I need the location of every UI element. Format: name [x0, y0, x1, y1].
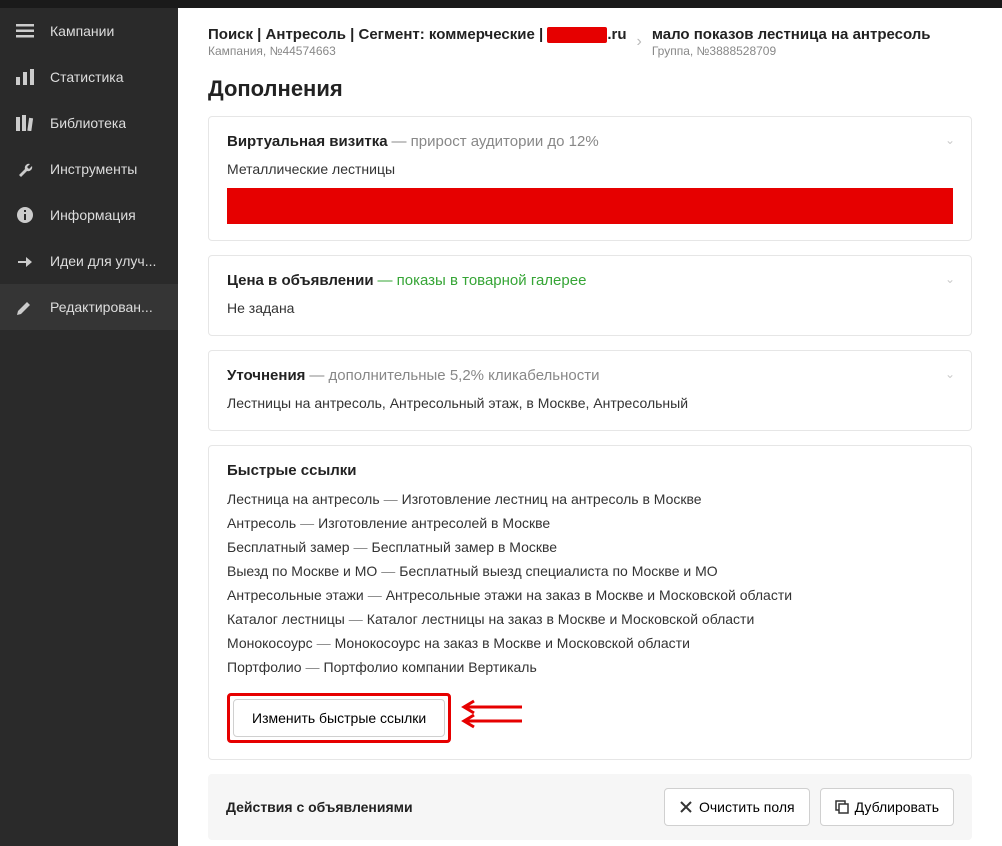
sitelink-row: Лестница на антресоль—Изготовление лестн…: [227, 487, 953, 511]
sidebar-item-info[interactable]: Информация: [0, 192, 178, 238]
stats-icon: [14, 66, 36, 88]
menu-icon: [14, 20, 36, 42]
breadcrumb: Поиск | Антресоль | Сегмент: коммерчески…: [178, 8, 1002, 60]
card-price-body: Не задана: [227, 297, 953, 319]
sidebar-item-library[interactable]: Библиотека: [0, 100, 178, 146]
card-sitelinks[interactable]: Быстрые ссылки Лестница на антресоль—Изг…: [208, 445, 972, 760]
main-content: Поиск | Антресоль | Сегмент: коммерчески…: [178, 8, 1002, 846]
duplicate-button[interactable]: Дублировать: [820, 788, 954, 826]
sidebar-item-campaigns[interactable]: Кампании: [0, 8, 178, 54]
sidebar-item-label: Статистика: [50, 69, 124, 85]
breadcrumb-campaign-title: Поиск | Антресоль | Сегмент: коммерчески…: [208, 26, 627, 44]
redacted-block: [227, 188, 953, 224]
card-sitelinks-title: Быстрые ссылки: [227, 462, 357, 479]
chevron-right-icon: ›: [637, 33, 642, 51]
sidebar-item-label: Инструменты: [50, 161, 137, 177]
card-vcard-title: Виртуальная визитка: [227, 133, 388, 150]
breadcrumb-group[interactable]: мало показов лестница на антресоль Групп…: [652, 26, 931, 58]
sidebar-item-tools[interactable]: Инструменты: [0, 146, 178, 192]
sidebar-item-label: Кампании: [50, 23, 114, 39]
card-vcard-body: Металлические лестницы: [227, 161, 395, 177]
actions-title: Действия с объявлениями: [226, 799, 413, 815]
sidebar-item-label: Идеи для улуч...: [50, 253, 156, 269]
sitelink-row: Монокосоурс—Монокосоурс на заказ в Москв…: [227, 631, 953, 655]
edit-sitelinks-button[interactable]: Изменить быстрые ссылки: [233, 699, 445, 737]
card-callouts-body: Лестницы на антресоль, Антресольный этаж…: [227, 392, 953, 414]
sitelinks-list: Лестница на антресоль—Изготовление лестн…: [227, 487, 953, 679]
close-icon: [679, 800, 693, 814]
clear-fields-button[interactable]: Очистить поля: [664, 788, 810, 826]
info-icon: [14, 204, 36, 226]
actions-bar: Действия с объявлениями Очистить поля Ду…: [208, 774, 972, 840]
sidebar-item-label: Библиотека: [50, 115, 126, 131]
sidebar-item-label: Редактирован...: [50, 299, 153, 315]
sitelink-row: Каталог лестницы—Каталог лестницы на зак…: [227, 607, 953, 631]
card-callouts-subtitle: — дополнительные 5,2% кликабельности: [309, 367, 599, 384]
sitelink-row: Бесплатный замер—Бесплатный замер в Моск…: [227, 535, 953, 559]
card-price-subtitle: — показы в товарной галерее: [377, 272, 586, 289]
library-icon: [14, 112, 36, 134]
sitelink-row: Портфолио—Портфолио компании Вертикаль: [227, 655, 953, 679]
chevron-down-icon[interactable]: ⌄: [945, 133, 955, 147]
copy-icon: [835, 800, 849, 814]
redacted-block: [547, 27, 607, 43]
sidebar-item-ideas[interactable]: Идеи для улуч...: [0, 238, 178, 284]
card-vcard-subtitle: — прирост аудитории до 12%: [392, 133, 599, 150]
sidebar-item-editing[interactable]: Редактирован...: [0, 284, 178, 330]
chevron-down-icon[interactable]: ⌄: [945, 272, 955, 286]
card-callouts[interactable]: ⌄ Уточнения — дополнительные 5,2% кликаб…: [208, 350, 972, 431]
breadcrumb-group-sub: Группа, №3888528709: [652, 44, 931, 58]
annotation-arrows: [452, 699, 522, 733]
sitelink-row: Антресоль—Изготовление антресолей в Моск…: [227, 511, 953, 535]
card-callouts-title: Уточнения: [227, 367, 305, 384]
breadcrumb-group-title: мало показов лестница на антресоль: [652, 26, 931, 44]
sitelink-row: Выезд по Москве и МО—Бесплатный выезд сп…: [227, 559, 953, 583]
sidebar: Кампании Статистика Библиотека Инструмен…: [0, 8, 178, 846]
breadcrumb-campaign-sub: Кампания, №44574663: [208, 44, 627, 58]
section-title: Дополнения: [208, 76, 972, 102]
sitelink-row: Антресольные этажи—Антресольные этажи на…: [227, 583, 953, 607]
breadcrumb-campaign[interactable]: Поиск | Антресоль | Сегмент: коммерчески…: [208, 26, 627, 58]
card-vcard[interactable]: ⌄ Виртуальная визитка — прирост аудитори…: [208, 116, 972, 241]
tools-icon: [14, 158, 36, 180]
edit-icon: [14, 296, 36, 318]
annotation-highlight: Изменить быстрые ссылки: [227, 693, 451, 743]
ideas-icon: [14, 250, 36, 272]
sidebar-item-stats[interactable]: Статистика: [0, 54, 178, 100]
chevron-down-icon[interactable]: ⌄: [945, 367, 955, 381]
card-price[interactable]: ⌄ Цена в объявлении — показы в товарной …: [208, 255, 972, 336]
sidebar-item-label: Информация: [50, 207, 136, 223]
card-price-title: Цена в объявлении: [227, 272, 374, 289]
